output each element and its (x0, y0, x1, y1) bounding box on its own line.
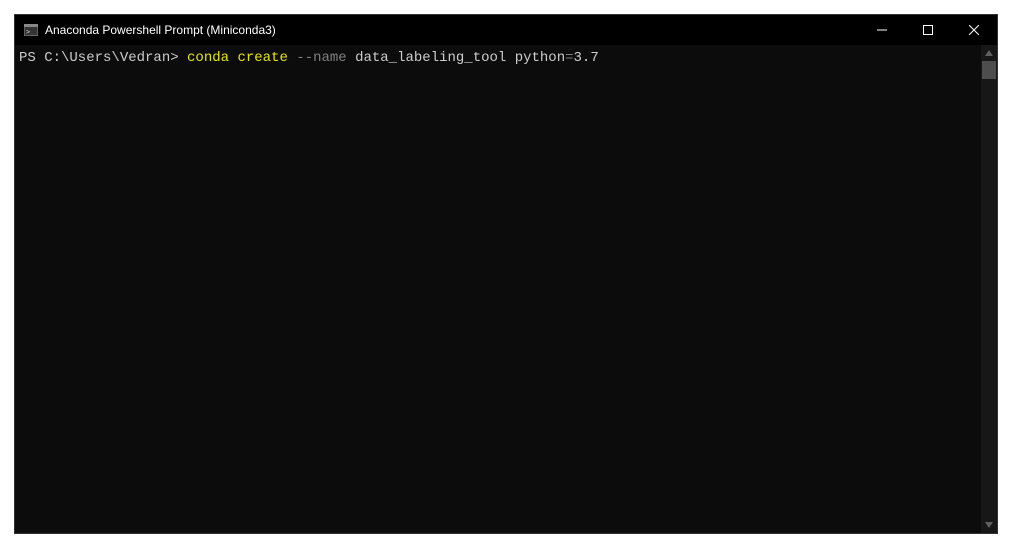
scrollbar-thumb[interactable] (982, 61, 996, 79)
svg-text:>_: >_ (26, 28, 35, 36)
titlebar-controls (859, 15, 997, 45)
command-token-version: 3.7 (574, 50, 599, 66)
window-frame: >_ Anaconda Powershell Prompt (Miniconda… (0, 0, 1012, 548)
terminal-app-icon: >_ (23, 22, 39, 38)
terminal-body: PS C:\Users\Vedran> conda create --name … (15, 45, 997, 533)
command-token-create: create (237, 50, 296, 66)
command-token-conda: conda (187, 50, 237, 66)
minimize-button[interactable] (859, 15, 905, 45)
window-inner: >_ Anaconda Powershell Prompt (Miniconda… (14, 14, 998, 534)
command-token-args: data_labeling_tool python (355, 50, 565, 66)
scroll-up-icon[interactable] (981, 45, 997, 61)
close-button[interactable] (951, 15, 997, 45)
scroll-down-icon[interactable] (981, 517, 997, 533)
window-title: Anaconda Powershell Prompt (Miniconda3) (45, 23, 276, 37)
command-token-equals: = (565, 50, 573, 66)
command-token-name-flag: --name (296, 50, 355, 66)
titlebar-left: >_ Anaconda Powershell Prompt (Miniconda… (23, 22, 276, 38)
maximize-button[interactable] (905, 15, 951, 45)
titlebar[interactable]: >_ Anaconda Powershell Prompt (Miniconda… (15, 15, 997, 45)
vertical-scrollbar[interactable] (981, 45, 997, 533)
terminal-content[interactable]: PS C:\Users\Vedran> conda create --name … (15, 45, 981, 533)
prompt-text: PS C:\Users\Vedran> (19, 50, 187, 66)
